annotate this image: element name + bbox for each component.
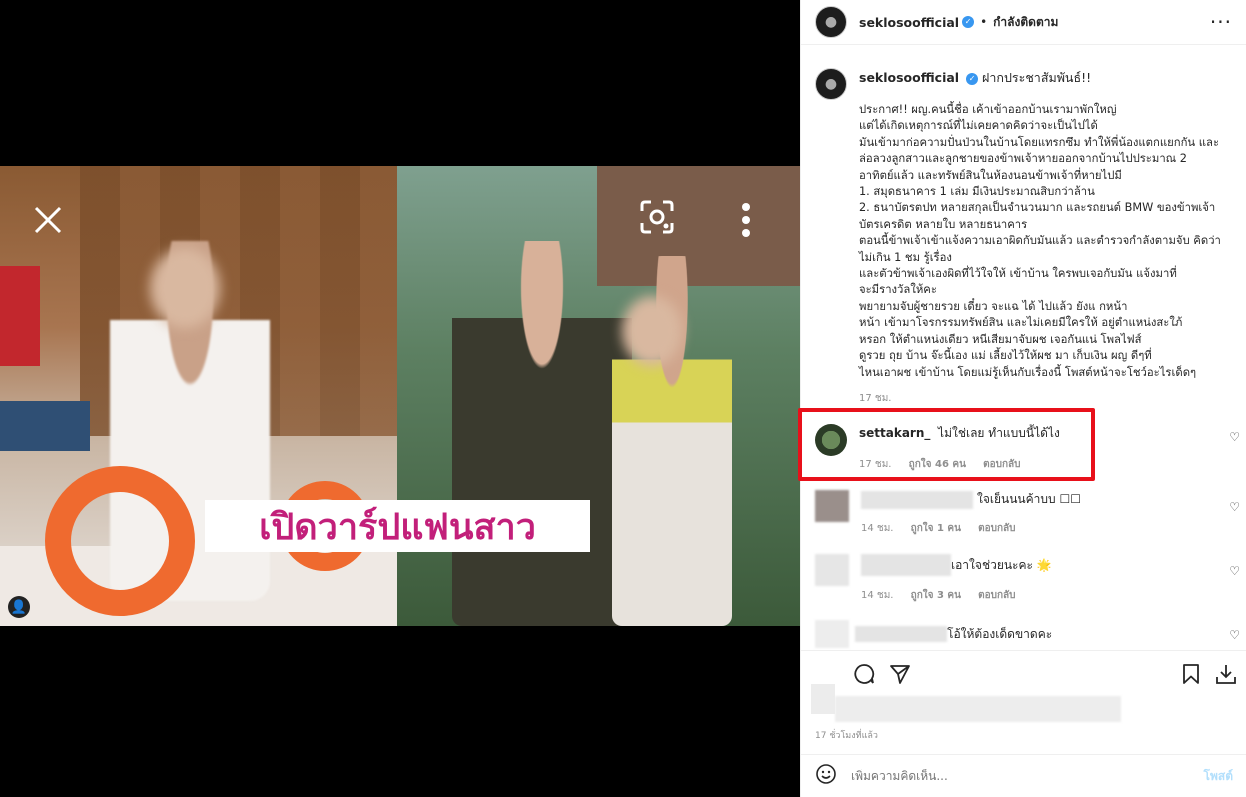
comment-item: ใจเย็นนนค้าบบ ☐☐ 14 ชม. ถูกใจ 1 คน ตอบกล… (815, 490, 1240, 536)
header-more-icon[interactable]: ··· (1210, 10, 1232, 34)
overlay-banner: เปิดวาร์ปแฟนสาว (205, 500, 590, 552)
tagged-users-button[interactable]: 👤 (8, 596, 30, 618)
post-header: ● seklosoofficial ✓ • กำลังติดตาม ··· (801, 0, 1246, 45)
save-button[interactable] (1181, 663, 1201, 690)
share-button[interactable] (889, 663, 911, 690)
download-icon (1216, 665, 1236, 684)
close-icon (34, 206, 62, 234)
comment-likes[interactable]: ถูกใจ 1 คน (911, 523, 961, 534)
verified-icon: ✓ (966, 72, 979, 85)
comment-time: 14 ชม. (861, 523, 894, 534)
blurred-username (855, 626, 947, 642)
comment-avatar[interactable] (815, 490, 849, 522)
comment-avatar[interactable] (815, 554, 849, 586)
bookmark-icon (1183, 664, 1199, 684)
comment-input[interactable] (851, 769, 1181, 783)
liked-by-avatar (811, 684, 835, 714)
comment-time: 14 ชม. (861, 590, 894, 601)
highlight-box (798, 408, 1095, 481)
emoji-button[interactable] (815, 763, 837, 790)
emoji-icon (816, 763, 836, 784)
caption-username[interactable]: seklosoofficial (859, 70, 959, 85)
share-icon (890, 665, 910, 684)
blurred-username (861, 554, 951, 576)
comment-text: ใจเย็นนนค้าบบ ☐☐ (977, 492, 1081, 506)
header-username[interactable]: seklosoofficial (859, 15, 959, 30)
post-comment-button[interactable]: โพสต์ (1204, 767, 1233, 786)
close-button[interactable] (18, 190, 78, 250)
comment-text: เอาใจช่วยนะคะ 🌟 (951, 557, 1052, 572)
reply-button[interactable]: ตอบกลับ (978, 523, 1015, 534)
lens-icon (640, 200, 674, 234)
user-icon: 👤 (10, 599, 28, 615)
post-panel: ● seklosoofficial ✓ • กำลังติดตาม ··· ● … (800, 0, 1246, 797)
separator: • (980, 15, 988, 29)
comment-item: โอ้ให้ต้องเด็ดขาดคะ ♡ (815, 620, 1240, 648)
caption-text: ประกาศ!! ผญ.คนนี้ชื่อ เค้าเข้าออกบ้านเรา… (859, 103, 1221, 379)
comment-text: โอ้ให้ต้องเด็ดขาดคะ (947, 626, 1053, 641)
download-button[interactable] (1215, 663, 1237, 690)
reply-button[interactable]: ตอบกลับ (978, 590, 1015, 601)
blurred-username (861, 490, 973, 509)
follow-status-button[interactable]: กำลังติดตาม (993, 13, 1058, 32)
comment-avatar[interactable] (815, 620, 849, 648)
more-vertical-icon (742, 203, 750, 237)
post-time: 17 ชั่วโมงที่แล้ว (815, 731, 878, 741)
like-heart-icon[interactable]: ♡ (1229, 430, 1240, 444)
post-media: เปิดวาร์ปแฟนสาว 👤 (0, 0, 800, 797)
avatar[interactable]: ● (815, 6, 847, 38)
caption-time: 17 ชม. (859, 392, 892, 404)
media-more-button[interactable] (726, 195, 766, 245)
lens-button[interactable] (630, 190, 684, 244)
comment-item: เอาใจช่วยนะคะ 🌟 14 ชม. ถูกใจ 3 คน ตอบกลั… (815, 554, 1240, 603)
like-heart-icon[interactable]: ♡ (1229, 500, 1240, 514)
caption-title-text: ฝากประชาสัมพันธ์!! (982, 70, 1092, 85)
action-bar (801, 650, 1246, 692)
like-heart-icon[interactable]: ♡ (1229, 564, 1240, 578)
comment-button[interactable] (853, 663, 875, 690)
like-heart-icon[interactable]: ♡ (1229, 628, 1240, 642)
comment-likes[interactable]: ถูกใจ 3 คน (911, 590, 961, 601)
caption-avatar[interactable]: ● (815, 68, 847, 100)
comment-bar: โพสต์ (801, 754, 1246, 797)
verified-icon: ✓ (962, 16, 975, 28)
liked-by-blurred (835, 696, 1121, 722)
comment-icon (854, 664, 875, 684)
caption: ● seklosoofficial ✓ ฝากประชาสัมพันธ์!! ป… (815, 68, 1240, 406)
